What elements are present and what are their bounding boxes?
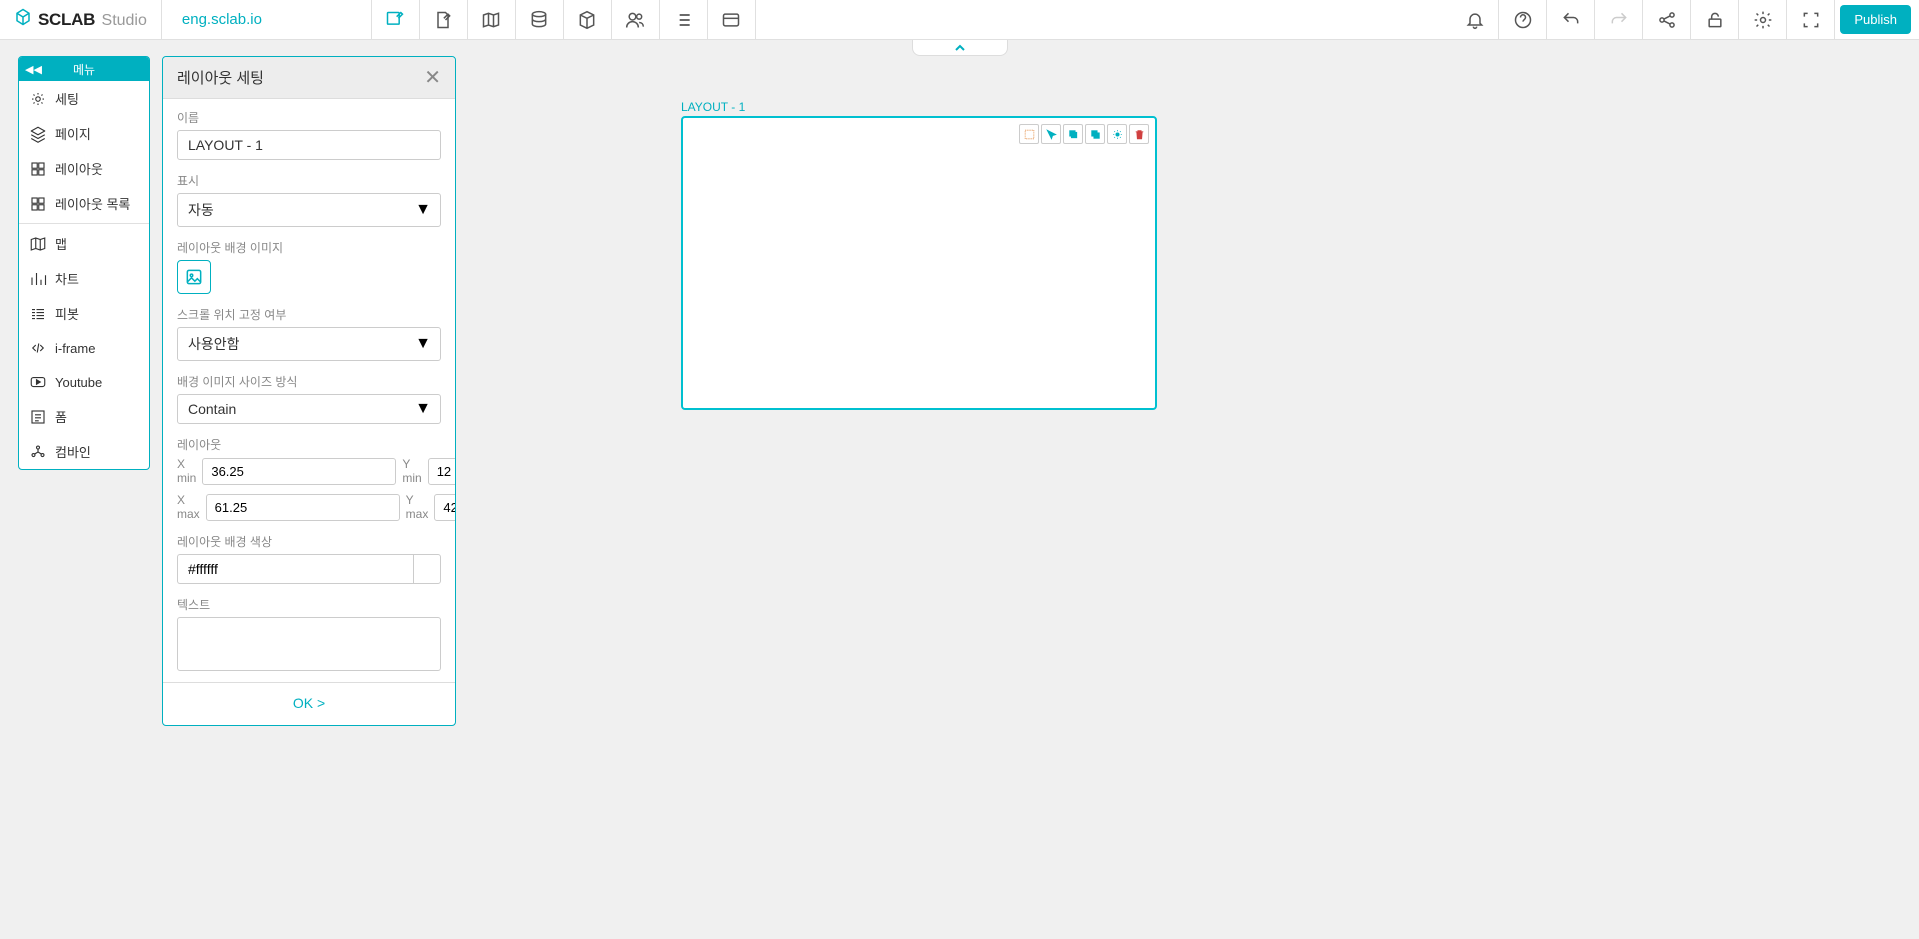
share-button[interactable] <box>1643 0 1691 39</box>
layout-toolbar <box>1019 124 1149 144</box>
sidebar-item-chart[interactable]: 차트 <box>19 261 149 296</box>
redo-button[interactable] <box>1595 0 1643 39</box>
text-area[interactable] <box>177 617 441 671</box>
package-button[interactable] <box>564 0 612 39</box>
list-button[interactable] <box>660 0 708 39</box>
bgimg-label: 레이아웃 배경 이미지 <box>177 239 441 256</box>
sidebar-label: 차트 <box>55 269 79 288</box>
xmax-input[interactable] <box>206 494 400 521</box>
edit-layout-button[interactable] <box>372 0 420 39</box>
layout-clone-icon[interactable] <box>1085 124 1105 144</box>
layout-copy-icon[interactable] <box>1063 124 1083 144</box>
image-upload-button[interactable] <box>177 260 211 294</box>
close-icon[interactable]: ✕ <box>424 68 441 88</box>
edit-page-button[interactable] <box>420 0 468 39</box>
scroll-label: 스크롤 위치 고정 여부 <box>177 306 441 323</box>
sidebar-label: 레이아웃 목록 <box>55 194 130 213</box>
sidebar-item-page[interactable]: 페이지 <box>19 116 149 151</box>
bgsize-select[interactable]: Contain <box>177 394 441 424</box>
layout-widget-label: LAYOUT - 1 <box>681 100 1157 114</box>
sidebar-item-combine[interactable]: 컴바인 <box>19 434 149 469</box>
bgcolor-label: 레이아웃 배경 색상 <box>177 533 441 550</box>
ymin-label: Y min <box>402 457 421 485</box>
ymin-input[interactable] <box>428 458 455 485</box>
sidebar-label: 세팅 <box>55 89 79 108</box>
sidebar-label: 맵 <box>55 234 67 253</box>
map-button[interactable] <box>468 0 516 39</box>
database-button[interactable] <box>516 0 564 39</box>
ymax-label: Y max <box>406 493 429 521</box>
sidebar-collapse-icon[interactable]: ◀◀ <box>25 63 42 76</box>
scroll-select[interactable]: 사용안함 <box>177 327 441 361</box>
domain-text[interactable]: eng.sclab.io <box>162 0 372 39</box>
xmin-input[interactable] <box>202 458 396 485</box>
sidebar-item-map[interactable]: 맵 <box>19 226 149 261</box>
sidebar-label: 피봇 <box>55 304 79 323</box>
sidebar-item-youtube[interactable]: Youtube <box>19 365 149 399</box>
layout-box[interactable] <box>681 116 1157 410</box>
sidebar-label: Youtube <box>55 375 102 390</box>
toolbar-right: Publish <box>1451 0 1919 39</box>
settings-button[interactable] <box>1739 0 1787 39</box>
sidebar-item-iframe[interactable]: i-frame <box>19 331 149 365</box>
sidebar-label: 컴바인 <box>55 442 91 461</box>
layout-widget[interactable]: LAYOUT - 1 <box>681 100 1157 410</box>
card-button[interactable] <box>708 0 756 39</box>
layout-delete-icon[interactable] <box>1129 124 1149 144</box>
layout-arrow-icon[interactable] <box>1041 124 1061 144</box>
display-label: 표시 <box>177 172 441 189</box>
divider <box>19 223 149 224</box>
xmin-label: X min <box>177 457 196 485</box>
logo-brand-text: SCLAB Studio <box>38 10 147 30</box>
logo[interactable]: SCLAB Studio <box>0 0 162 39</box>
users-button[interactable] <box>612 0 660 39</box>
panel-body: 이름 표시 자동 ▼ 레이아웃 배경 이미지 스크롤 위치 고정 여부 사용안함… <box>163 99 455 682</box>
layout-coord-label: 레이아웃 <box>177 436 441 453</box>
ymax-input[interactable] <box>434 494 455 521</box>
layout-settings-panel: 레이아웃 세팅 ✕ 이름 표시 자동 ▼ 레이아웃 배경 이미지 스크롤 위치 … <box>162 56 456 726</box>
xmax-label: X max <box>177 493 200 521</box>
sidebar-label: 페이지 <box>55 124 91 143</box>
sidebar: ◀◀ 메뉴 세팅 페이지 레이아웃 레이아웃 목록 맵 차트 피봇 i-fram… <box>18 56 150 470</box>
layout-select-icon[interactable] <box>1019 124 1039 144</box>
panel-footer: OK > <box>163 682 455 725</box>
bgsize-label: 배경 이미지 사이즈 방식 <box>177 373 441 390</box>
sidebar-item-settings[interactable]: 세팅 <box>19 81 149 116</box>
sidebar-item-form[interactable]: 폼 <box>19 399 149 434</box>
name-label: 이름 <box>177 109 441 126</box>
color-swatch[interactable] <box>413 554 441 584</box>
bgcolor-input[interactable] <box>177 554 413 584</box>
help-button[interactable] <box>1499 0 1547 39</box>
name-input[interactable] <box>177 130 441 160</box>
layout-gear-icon[interactable] <box>1107 124 1127 144</box>
sidebar-item-layoutlist[interactable]: 레이아웃 목록 <box>19 186 149 221</box>
sidebar-title: 메뉴 <box>73 61 95 78</box>
undo-button[interactable] <box>1547 0 1595 39</box>
sidebar-label: 레이아웃 <box>55 159 103 178</box>
top-bar: SCLAB Studio eng.sclab.io Publish <box>0 0 1919 40</box>
notification-button[interactable] <box>1451 0 1499 39</box>
canvas-expand-button[interactable] <box>912 40 1008 56</box>
panel-header: 레이아웃 세팅 ✕ <box>163 57 455 99</box>
sidebar-label: 폼 <box>55 407 67 426</box>
sidebar-item-layout[interactable]: 레이아웃 <box>19 151 149 186</box>
sidebar-header: ◀◀ 메뉴 <box>19 57 149 81</box>
text-label: 텍스트 <box>177 596 441 613</box>
fullscreen-button[interactable] <box>1787 0 1835 39</box>
logo-icon <box>14 8 32 31</box>
toolbar-left <box>372 0 756 39</box>
sidebar-item-pivot[interactable]: 피봇 <box>19 296 149 331</box>
sidebar-label: i-frame <box>55 341 95 356</box>
lock-button[interactable] <box>1691 0 1739 39</box>
display-select[interactable]: 자동 <box>177 193 441 227</box>
publish-button[interactable]: Publish <box>1840 5 1911 34</box>
ok-button[interactable]: OK > <box>293 695 325 711</box>
panel-title: 레이아웃 세팅 <box>177 67 264 88</box>
